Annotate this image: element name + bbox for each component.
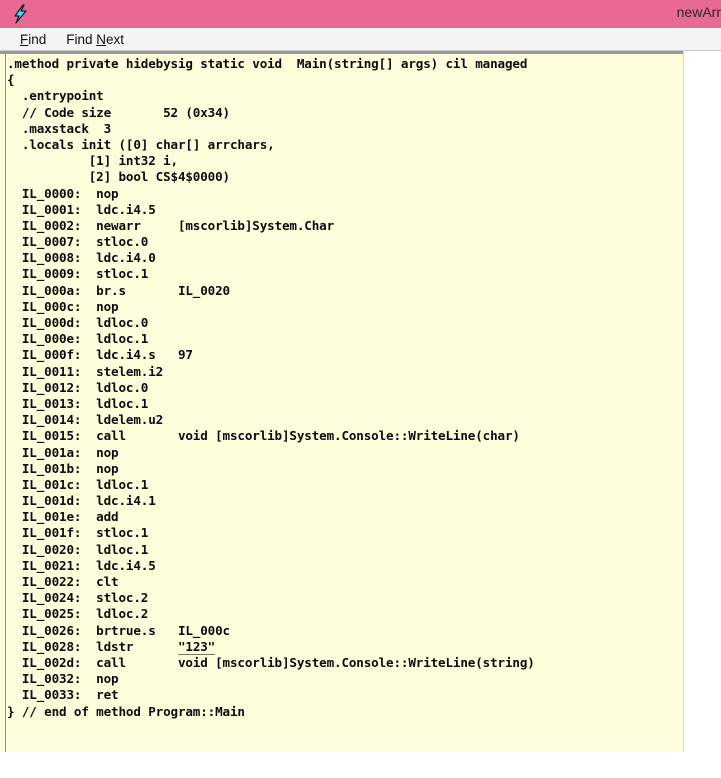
code-line: IL_0022: clt — [7, 574, 119, 589]
code-line: IL_0007: stloc.0 — [7, 234, 149, 250]
menu-bar: Find Find Next — [0, 28, 721, 51]
code-line: IL_001f: stloc.1 — [7, 525, 149, 541]
ildasm-window: newArr Find Find Next .method private hi… — [0, 0, 721, 778]
code-line: [2] bool CS$4$0000) — [7, 169, 230, 185]
code-line: IL_0026: brtrue.s IL_000c — [7, 622, 230, 638]
code-line: IL_000c: nop — [7, 298, 119, 314]
code-line: IL_000d: ldloc.0 — [7, 315, 149, 330]
code-line: IL_001e: add — [7, 509, 119, 525]
menu-find-rest: ind — [28, 31, 47, 47]
code-line: IL_0024: stloc.2 — [7, 590, 149, 606]
code-line: IL_0033: ret — [7, 687, 119, 703]
code-line: IL_0021: ldc.i4.5 — [7, 557, 156, 573]
code-line: IL_001a: nop — [7, 444, 119, 460]
code-line: [1] int32 i, — [7, 153, 178, 169]
menu-find-next-rest: ext — [106, 31, 125, 47]
disassembly-pane[interactable]: .method private hidebysig static void Ma… — [0, 54, 684, 752]
code-line: IL_0001: ldc.i4.5 — [7, 201, 156, 217]
pane-right-edge — [683, 51, 684, 752]
code-line: .method private hidebysig static void Ma… — [7, 56, 528, 71]
code-line: IL_000e: ldloc.1 — [7, 331, 149, 347]
code-line: IL_0025: ldloc.2 — [7, 606, 149, 622]
code-line: IL_0014: ldelem.u2 — [7, 412, 164, 428]
code-line: IL_0015: call void [mscorlib]System.Cons… — [7, 428, 520, 444]
menu-item-find[interactable]: Find — [16, 31, 50, 48]
menu-find-accel: F — [20, 31, 29, 47]
menu-find-next-pre: Find — [66, 31, 97, 47]
code-line: IL_001d: ldc.i4.1 — [7, 493, 156, 509]
code-line: IL_0002: newarr [mscorlib]System.Char — [7, 217, 335, 233]
code-line: IL_0012: ldloc.0 — [7, 379, 149, 395]
code-line: IL_000a: br.s IL_0020 — [7, 282, 230, 298]
code-line: IL_0000: nop — [7, 185, 119, 201]
ildasm-lightning-icon — [14, 4, 27, 24]
code-line: IL_002d: call void [mscorlib]System.Cons… — [7, 654, 535, 670]
code-line: IL_0028: ldstr "123" — [7, 638, 216, 655]
code-line: IL_0020: ldloc.1 — [7, 541, 149, 557]
code-line: .locals init ([0] char[] arrchars, — [7, 136, 275, 152]
title-bar[interactable]: newArr — [0, 0, 721, 28]
disassembly-text: .method private hidebysig static void Ma… — [7, 56, 535, 720]
code-line: IL_0032: nop — [7, 671, 119, 687]
code-line: IL_001b: nop — [7, 460, 119, 476]
code-line: IL_000f: ldc.i4.s 97 — [7, 347, 193, 363]
menu-find-next-accel: N — [96, 31, 107, 47]
code-line: { — [7, 72, 15, 88]
search-match: "123" — [177, 638, 216, 655]
pane-left-rule — [5, 54, 6, 752]
code-line: // Code size 52 (0x34) — [7, 104, 230, 120]
code-line: IL_0013: ldloc.1 — [7, 395, 149, 411]
menu-item-find-next[interactable]: Find Next — [62, 31, 128, 48]
code-line: .maxstack 3 — [7, 120, 112, 136]
code-line: IL_0011: stelem.i2 — [7, 363, 164, 379]
code-line: } // end of method Program::Main — [7, 703, 245, 719]
code-line: IL_0009: stloc.1 — [7, 266, 149, 282]
code-line: IL_001c: ldloc.1 — [7, 476, 149, 492]
code-line: .entrypoint — [7, 88, 104, 104]
window-title: newArr — [676, 4, 721, 20]
code-line: IL_0008: ldc.i4.0 — [7, 250, 156, 266]
